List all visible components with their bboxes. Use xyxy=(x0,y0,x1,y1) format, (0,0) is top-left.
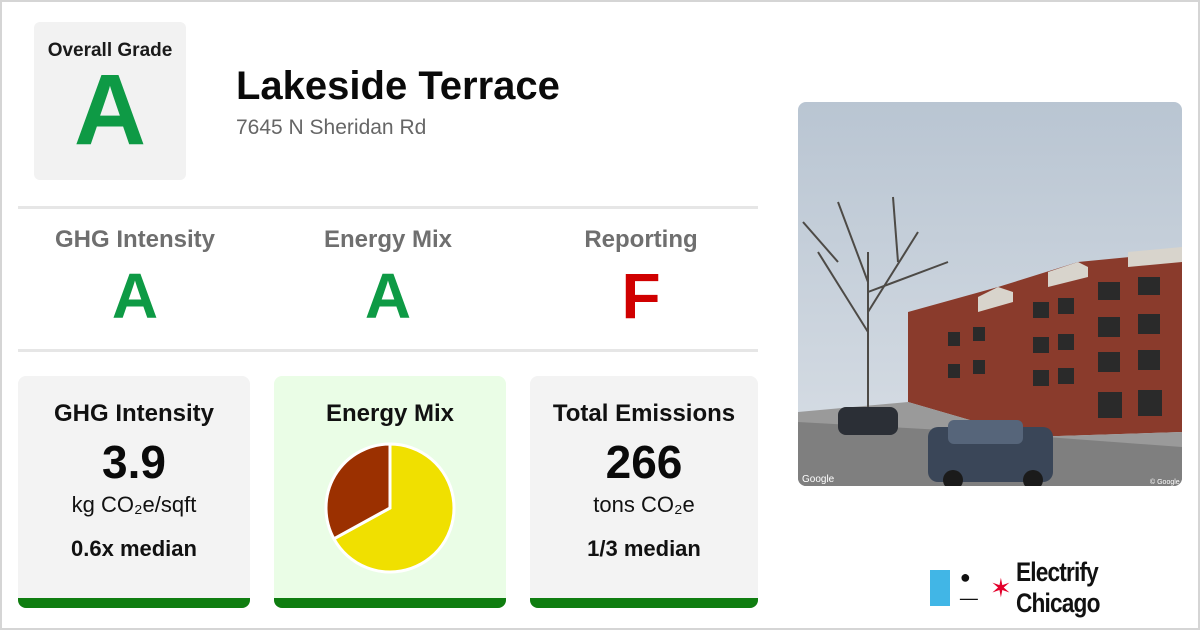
grade-energy-mix: Energy Mix A xyxy=(263,226,513,332)
street-view-image: Google © Google xyxy=(798,102,1182,486)
grade-label: GHG Intensity xyxy=(54,226,216,253)
divider-bottom xyxy=(18,349,758,352)
divider-top xyxy=(18,206,758,209)
electrify-chicago-logo[interactable]: ●— ✶ Electrify Chicago xyxy=(930,557,1200,618)
card-accent-bar xyxy=(274,598,506,608)
card-title: GHG Intensity xyxy=(53,400,215,427)
card-unit: tons CO₂e xyxy=(593,492,695,517)
grade-value: A xyxy=(364,260,412,332)
card-ghg-intensity: GHG Intensity 3.9 kg CO₂e/sqft 0.6x medi… xyxy=(18,376,250,608)
grade-label: Energy Mix xyxy=(323,226,453,253)
red-star-icon: ✶ xyxy=(990,573,1012,603)
photo-watermark: Google xyxy=(802,474,835,485)
card-accent-bar xyxy=(530,598,758,608)
card-title: Total Emissions xyxy=(552,400,736,427)
card-comparison: 1/3 median xyxy=(587,536,701,561)
grade-value: F xyxy=(621,260,661,332)
building-name: Lakeside Terrace xyxy=(236,64,560,108)
grade-reporting: Reporting F xyxy=(516,226,766,332)
chicago-flag-icon xyxy=(930,570,950,606)
card-energy-mix: Energy Mix xyxy=(274,376,506,608)
photo-watermark-right: © Google xyxy=(1150,478,1180,486)
card-value: 266 xyxy=(605,436,683,488)
card-unit: kg CO₂e/sqft xyxy=(71,492,197,517)
grade-label: Reporting xyxy=(584,226,698,253)
overall-grade-box: Overall Grade A xyxy=(34,22,186,180)
building-address: 7645 N Sheridan Rd xyxy=(236,116,427,139)
card-total-emissions: Total Emissions 266 tons CO₂e 1/3 median xyxy=(530,376,758,608)
card-title: Energy Mix xyxy=(325,400,455,427)
card-accent-bar xyxy=(18,598,250,608)
card-value: 3.9 xyxy=(102,436,166,488)
energy-mix-pie-chart xyxy=(324,442,456,574)
grade-value: A xyxy=(111,260,159,332)
plug-icon: ●— xyxy=(959,567,978,608)
grade-ghg-intensity: GHG Intensity A xyxy=(10,226,260,332)
building-photo: Google © Google xyxy=(798,102,1182,486)
brand-name: Electrify Chicago xyxy=(1015,557,1100,618)
card-comparison: 0.6x median xyxy=(71,536,197,561)
overall-grade-value: A xyxy=(73,54,147,166)
